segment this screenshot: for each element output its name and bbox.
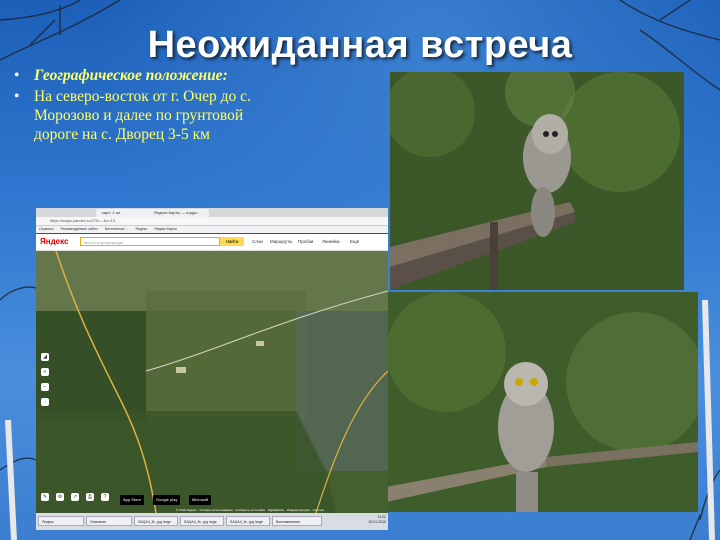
app-store-button[interactable]: App Store: [120, 495, 144, 505]
bookmark-item[interactable]: Сервисы: [39, 227, 54, 231]
map-link-more[interactable]: Ещё: [350, 239, 359, 244]
bullet-text-route: На северо-восток от г. Очер до с. Морозо…: [34, 88, 251, 143]
bullet-list: • Географическое положение: • На северо-во…: [12, 66, 257, 146]
taskbar-item[interactable]: SAQA4_fb...jpg large: [134, 516, 178, 526]
zoom-in-icon[interactable]: +: [41, 368, 49, 376]
map-search-input[interactable]: Место и организация: [80, 237, 220, 246]
map-link-routes[interactable]: Маршруты: [270, 239, 292, 244]
pencil-icon[interactable]: ✎: [41, 493, 49, 501]
clock-date: 20.01.2016: [368, 520, 386, 524]
map-search-button[interactable]: Найти: [220, 237, 244, 246]
taskbar-item[interactable]: Яндекс: [38, 516, 84, 526]
bookmark-item[interactable]: Рекомендуемые сайты: [61, 227, 98, 231]
owl-front-image: [386, 292, 698, 512]
browser-address-bar[interactable]: https://maps.yandex.ru/2?ll=...&z=13: [36, 217, 388, 226]
browser-tab[interactable]: карт: 1 шт: [96, 209, 152, 217]
map-copyright: © 2016 Яндекс · Условия использования · …: [176, 508, 324, 512]
windows-taskbar: Яндекс Описание SAQA4_fb...jpg large SAQ…: [36, 513, 388, 530]
browser-tab-strip: карт: 1 шт Яндекс.Карты — подро...: [36, 208, 388, 217]
owl-photo-bottom: [386, 292, 698, 512]
bookmark-item[interactable]: Бесплатные ...: [105, 227, 129, 231]
google-play-button[interactable]: Google play: [153, 495, 181, 505]
bullet-text-geo: Географическое положение:: [34, 67, 228, 84]
taskbar-item[interactable]: Воспоминания: [272, 516, 322, 526]
zoom-out-icon[interactable]: −: [41, 383, 49, 391]
print-icon[interactable]: ⎙: [86, 493, 94, 501]
bullet-marker: •: [14, 88, 20, 105]
map-link-traffic[interactable]: Пробки: [298, 239, 313, 244]
taskbar-clock: 11:22 20.01.2016: [368, 515, 386, 525]
bullet-item: • На северо-восток от г. Очер до с. Мороз…: [12, 87, 257, 144]
slide-title: Неожиданная встреча: [147, 24, 573, 66]
owl-on-bench-image: [390, 72, 684, 290]
taskbar-item[interactable]: Описание: [86, 516, 132, 526]
ruler-icon[interactable]: ·: [41, 398, 49, 406]
bookmark-item[interactable]: Яндекс.Карты: [154, 227, 177, 231]
gear-icon[interactable]: ⚙: [56, 493, 64, 501]
bookmarks-bar: Сервисы Рекомендуемые сайты Бесплатные .…: [36, 226, 388, 233]
locate-icon[interactable]: ◢: [41, 353, 49, 361]
browser-tab[interactable]: Яндекс.Карты — подро...: [148, 209, 209, 217]
map-link-layers[interactable]: Слои: [252, 239, 263, 244]
bullet-item: • Географическое положение:: [12, 66, 257, 85]
help-icon[interactable]: ?: [101, 493, 109, 501]
satellite-map-view[interactable]: [36, 251, 388, 513]
share-icon[interactable]: ↗: [71, 493, 79, 501]
yandex-map-header: Яндекс Место и организация Найти Слои Ма…: [36, 234, 388, 251]
map-link-ruler[interactable]: Линейка: [322, 239, 340, 244]
address-url: https://maps.yandex.ru/2?ll=...&z=13: [50, 218, 115, 223]
yandex-map-screenshot: карт: 1 шт Яндекс.Карты — подро... https…: [36, 208, 388, 530]
owl-photo-top: [390, 72, 684, 290]
taskbar-item[interactable]: SAQA4_fb...jpg large: [180, 516, 224, 526]
bullet-marker: •: [14, 67, 20, 84]
yandex-logo: Яндекс: [40, 237, 69, 246]
microsoft-store-button[interactable]: Microsoft: [189, 495, 212, 505]
taskbar-item[interactable]: SAQA4_fb...jpg large: [226, 516, 270, 526]
bookmark-item[interactable]: Яндекс: [135, 227, 147, 231]
